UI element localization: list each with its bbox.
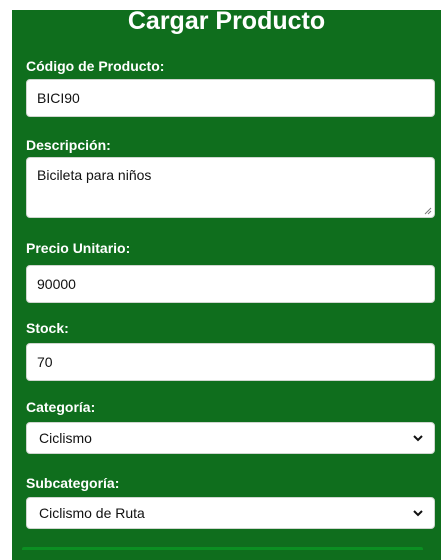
product-form-panel: Cargar Producto Código de Producto: BICI…	[12, 7, 441, 560]
categoria-select[interactable]: Ciclismo	[26, 422, 435, 454]
precio-input[interactable]: 90000	[26, 265, 435, 303]
descripcion-label: Descripción:	[26, 137, 111, 153]
precio-value: 90000	[37, 276, 76, 292]
precio-label: Precio Unitario:	[26, 240, 131, 256]
categoria-label: Categoría:	[26, 399, 96, 415]
resize-handle-icon[interactable]	[424, 207, 432, 215]
stock-value: 70	[37, 354, 53, 370]
codigo-label: Código de Producto:	[26, 58, 165, 74]
subcategoria-label: Subcategoría:	[26, 475, 120, 491]
chevron-down-icon	[413, 435, 423, 442]
submit-button-edge[interactable]	[22, 547, 423, 550]
codigo-input[interactable]: BICI90	[26, 79, 435, 117]
codigo-value: BICI90	[37, 90, 80, 106]
stock-input[interactable]: 70	[26, 343, 435, 381]
descripcion-textarea[interactable]: Bicileta para niños	[26, 157, 435, 218]
descripcion-value: Bicileta para niños	[37, 167, 152, 183]
categoria-selected-value: Ciclismo	[39, 430, 92, 446]
chevron-down-icon	[413, 510, 423, 517]
subcategoria-select[interactable]: Ciclismo de Ruta	[26, 497, 435, 529]
subcategoria-selected-value: Ciclismo de Ruta	[39, 505, 145, 521]
page-title: Cargar Producto	[127, 7, 326, 35]
stock-label: Stock:	[26, 320, 69, 336]
